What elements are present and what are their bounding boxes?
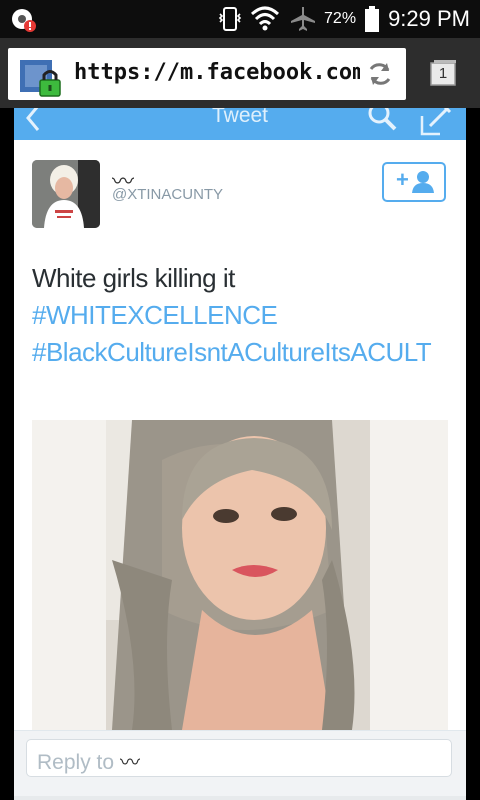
user-handle[interactable]: @XTINACUNTY <box>112 186 223 203</box>
page-content: Tweet 〰 @XTINACUNTY + White girls killin… <box>0 108 480 800</box>
url-text[interactable]: https://m.facebook.com <box>74 60 360 85</box>
status-bar: 72% 9:29 PM <box>0 0 480 38</box>
airplane-icon <box>291 7 316 31</box>
follow-plus: + <box>396 167 409 192</box>
tabs-button[interactable]: 1 <box>428 58 458 88</box>
reply-input[interactable]: Reply to 〰 <box>26 739 452 777</box>
tweet-photo[interactable] <box>32 420 448 730</box>
tweet-text: White girls killing it #WHITEXCELLENCE #… <box>32 260 452 371</box>
tweet-card: 〰 @XTINACUNTY + White girls killing it #… <box>14 140 466 800</box>
tab-count: 1 <box>438 65 448 82</box>
reply-recipient: 〰 <box>120 752 140 774</box>
chrome-notification-icon <box>12 9 36 32</box>
follow-button[interactable]: + <box>382 162 446 202</box>
nav-title: Tweet <box>211 108 269 127</box>
hashtag-link[interactable]: #BlackCultureIsntACultureItsACULT <box>32 334 452 371</box>
avatar[interactable] <box>32 160 100 228</box>
secure-lock-icon[interactable] <box>18 58 64 100</box>
tweet-body: White girls killing it <box>32 263 235 293</box>
reply-placeholder: Reply to <box>37 751 115 774</box>
battery-icon <box>365 6 380 32</box>
clock-time: 9:29 PM <box>388 6 470 31</box>
compose-icon[interactable] <box>418 108 452 138</box>
url-field[interactable]: https://m.facebook.com <box>8 48 406 100</box>
hashtag-link[interactable]: #WHITEXCELLENCE <box>32 297 452 334</box>
battery-percent: 72% <box>324 10 357 27</box>
tweet-page: Tweet 〰 @XTINACUNTY + White girls killin… <box>14 108 466 800</box>
bottom-divider <box>14 796 466 800</box>
reload-icon[interactable] <box>366 60 394 88</box>
twitter-nav-bar: Tweet <box>14 108 466 140</box>
wifi-icon <box>251 6 280 31</box>
browser-toolbar: https://m.facebook.com 1 <box>0 38 480 108</box>
reply-bar: Reply to 〰 <box>14 730 466 800</box>
add-user-icon <box>412 171 434 193</box>
search-icon[interactable] <box>366 108 398 134</box>
vibrate-icon <box>218 7 242 31</box>
